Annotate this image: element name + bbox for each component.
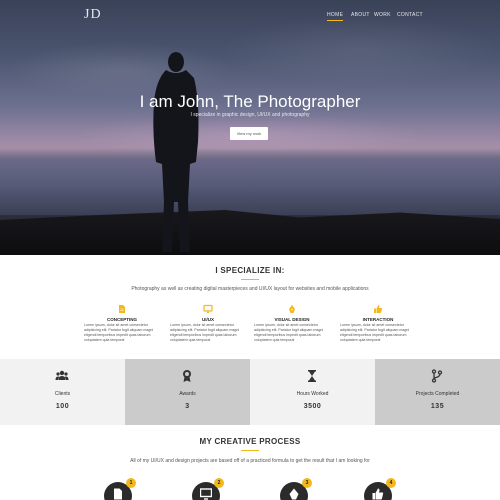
stat-projects-completed: Projects Completed 135	[375, 359, 500, 425]
stat-value: 135	[430, 403, 445, 410]
photographer-silhouette	[153, 52, 199, 252]
skill-name: VISUAL DESIGN	[274, 317, 310, 322]
users-icon	[55, 370, 69, 380]
monitor-icon	[203, 304, 213, 313]
pen-icon	[289, 488, 299, 500]
skill-description: Lorem ipsum, dolor sit amet consectetur …	[84, 323, 154, 342]
process-steps: 1 2 3 4	[0, 478, 500, 500]
document-icon	[114, 488, 122, 500]
skill-description: Lorem ipsum, dolor sit amet consectetur …	[254, 323, 324, 342]
stat-value: 100	[55, 403, 70, 410]
hero-lake	[0, 160, 500, 215]
skill-uiux: UI/UX Lorem ipsum, dolor sit amet consec…	[170, 304, 246, 343]
skill-description: Lorem ipsum, dolor sit amet consectetur …	[340, 323, 410, 342]
view-work-button[interactable]: View my work	[230, 127, 268, 140]
stat-label: Awards	[179, 391, 196, 397]
stat-clients: Clients 100	[0, 359, 125, 425]
skill-visual-design: VISUAL DESIGN Lorem ipsum, dolor sit ame…	[254, 304, 330, 343]
process-subtitle: All of my UI/UX and design projects are …	[130, 458, 370, 464]
nav-work[interactable]: WORK	[374, 10, 391, 20]
hourglass-icon	[308, 370, 316, 382]
thumbs-up-icon	[374, 305, 383, 313]
skill-description: Lorem ipsum, dolor sit amet consectetur …	[170, 323, 240, 342]
stat-label: Clients	[54, 391, 71, 397]
skill-concepting: CONCEPTING Lorem ipsum, dolor sit amet c…	[84, 304, 160, 343]
process-title: MY CREATIVE PROCESS	[199, 437, 301, 446]
code-branch-icon	[431, 369, 443, 383]
pen-icon	[289, 305, 295, 313]
hero-subtitle: I specialize in graphic design, UI/UX an…	[190, 112, 310, 118]
skill-interaction: INTERACTION Lorem ipsum, dolor sit amet …	[340, 304, 416, 343]
stat-label: Hours Worked	[296, 391, 329, 397]
skill-name: INTERACTION	[362, 317, 394, 322]
stat-value: 3500	[303, 403, 322, 410]
specialize-subtitle: Photography as well as creating digital …	[131, 286, 369, 292]
nav-about[interactable]: ABOUT	[351, 10, 370, 20]
thumbs-up-icon	[372, 488, 384, 500]
stat-label: Projects Completed	[415, 391, 460, 397]
monitor-icon	[200, 488, 212, 500]
stat-hours-worked: Hours Worked 3500	[250, 359, 375, 425]
nav-contact[interactable]: CONTACT	[397, 10, 423, 20]
skill-name: UI/UX	[201, 317, 214, 322]
document-icon	[119, 305, 125, 313]
step-badge: 2	[214, 478, 224, 488]
skill-name: CONCEPTING	[106, 317, 137, 322]
award-icon	[183, 370, 191, 382]
stat-value: 3	[185, 403, 190, 410]
stats-section: Clients 100 Awards 3 Hours Worked 3500 P…	[0, 359, 500, 425]
hero-title: I am John, The Photographer	[139, 92, 361, 111]
hero-section: JD HOME ABOUT WORK CONTACT I am John, Th…	[0, 0, 500, 255]
nav-home[interactable]: HOME	[327, 10, 344, 21]
process-title-underline	[241, 450, 259, 451]
stat-awards: Awards 3	[125, 359, 250, 425]
step-badge: 1	[126, 478, 136, 488]
logo[interactable]: JD	[84, 7, 102, 23]
specialize-title-underline	[241, 279, 259, 280]
specialize-title: I SPECIALIZE IN:	[215, 266, 285, 275]
step-badge: 4	[386, 478, 396, 488]
step-badge: 3	[302, 478, 312, 488]
